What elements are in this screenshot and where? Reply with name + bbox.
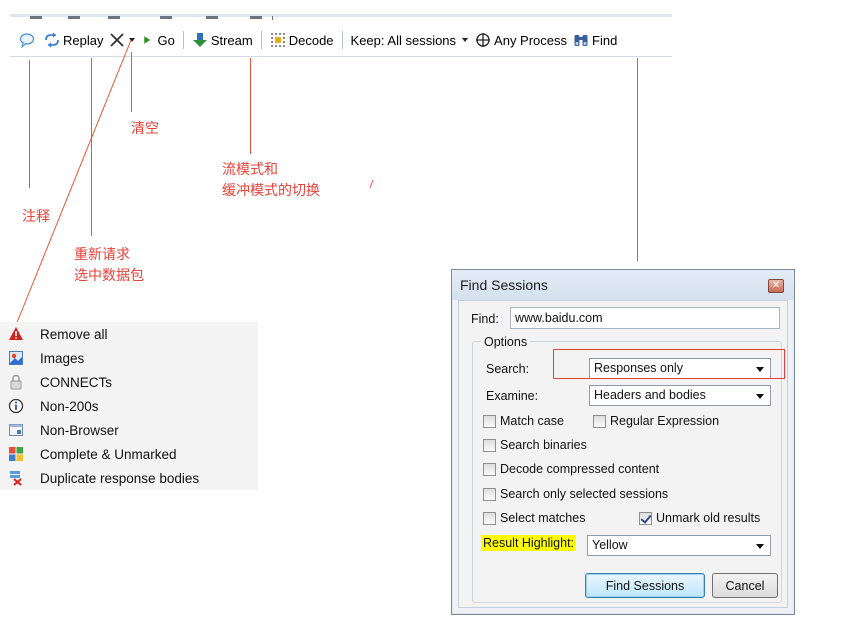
checkbox-box [593, 414, 606, 428]
result-highlight-value: Yellow [592, 538, 628, 552]
info-icon [8, 398, 24, 414]
checkbox-label: Search binaries [500, 438, 587, 452]
dialog-titlebar: Find Sessions ✕ [452, 270, 794, 300]
menu-item-duplicate-bodies[interactable]: Duplicate response bodies [0, 466, 258, 490]
examine-select-value: Headers and bodies [594, 388, 706, 402]
checkbox-label: Search only selected sessions [500, 487, 669, 501]
examine-label: Examine: [486, 389, 539, 403]
result-highlight-select[interactable]: Yellow [587, 535, 771, 556]
non-browser-icon [9, 424, 23, 436]
complete-unmarked-icon [9, 447, 23, 461]
menu-item-label: Images [40, 350, 85, 366]
comment-annotation: 注释 [22, 209, 50, 225]
search-label: Search: [486, 362, 530, 376]
cancel-button[interactable]: Cancel [712, 573, 778, 598]
dialog-title: Find Sessions [460, 277, 548, 293]
decode-compressed-checkbox[interactable]: Decode compressed content [483, 462, 659, 476]
remove-sessions-menu: Remove all Images CONNECTs Non-200s Non-… [0, 322, 258, 490]
menu-item-label: CONNECTs [40, 374, 113, 390]
checkbox-box [483, 511, 496, 525]
chevron-down-icon [756, 394, 764, 399]
close-icon[interactable]: ✕ [768, 279, 784, 293]
checkbox-box [483, 438, 496, 452]
menu-item-label: Non-200s [40, 398, 99, 414]
result-highlight-label: Result Highlight: [481, 535, 577, 551]
checkbox-box [483, 462, 496, 476]
checkbox-box [483, 414, 496, 428]
images-icon [9, 351, 23, 365]
checkbox-box-checked [639, 511, 652, 525]
select-matches-checkbox[interactable]: Select matches [483, 511, 585, 525]
menu-item-complete-unmarked[interactable]: Complete & Unmarked [0, 442, 258, 466]
stream-mode-annotation-line2: 缓冲模式的切换 [222, 183, 320, 199]
dialog-body: Find: www.baidu.com Options Search: Resp… [458, 300, 788, 608]
examine-select[interactable]: Headers and bodies [589, 385, 771, 406]
menu-item-remove-all[interactable]: Remove all [0, 322, 258, 346]
find-sessions-dialog: Find Sessions ✕ Find: www.baidu.com Opti… [451, 269, 795, 615]
menu-item-label: Remove all [40, 326, 108, 342]
find-label: Find: [471, 312, 499, 326]
replay-annotation-line1: 重新请求 [74, 247, 130, 263]
menu-item-non-browser[interactable]: Non-Browser [0, 418, 258, 442]
search-binaries-checkbox[interactable]: Search binaries [483, 438, 587, 452]
search-selected-checkbox[interactable]: Search only selected sessions [483, 487, 668, 501]
menu-item-connects[interactable]: CONNECTs [0, 370, 258, 394]
menu-item-images[interactable]: Images [0, 346, 258, 370]
stream-mode-annotation-line1: 流模式和 [222, 162, 278, 178]
duplicate-icon [10, 471, 22, 486]
find-sessions-button[interactable]: Find Sessions [585, 573, 705, 598]
regex-checkbox[interactable]: Regular Expression [593, 414, 719, 428]
menu-item-non-200s[interactable]: Non-200s [0, 394, 258, 418]
checkbox-label: Match case [500, 414, 564, 428]
checkbox-label: Unmark old results [656, 511, 761, 525]
replay-annotation-line2: 选中数据包 [74, 268, 144, 284]
menu-item-label: Complete & Unmarked [40, 446, 177, 462]
checkbox-label: Regular Expression [610, 414, 720, 428]
menu-item-label: Duplicate response bodies [40, 470, 200, 486]
checkbox-label: Decode compressed content [500, 462, 660, 476]
find-input[interactable]: www.baidu.com [510, 307, 780, 329]
search-highlight-box [553, 349, 785, 379]
menu-item-label: Non-Browser [40, 422, 119, 438]
match-case-checkbox[interactable]: Match case [483, 414, 564, 428]
clear-annotation: 清空 [131, 121, 159, 137]
remove-all-icon [9, 327, 23, 340]
lock-icon [10, 374, 22, 390]
options-legend: Options [481, 335, 531, 349]
checkbox-box [483, 487, 496, 501]
chevron-down-icon [756, 544, 764, 549]
checkbox-label: Select matches [500, 511, 586, 525]
unmark-old-checkbox[interactable]: Unmark old results [639, 511, 760, 525]
